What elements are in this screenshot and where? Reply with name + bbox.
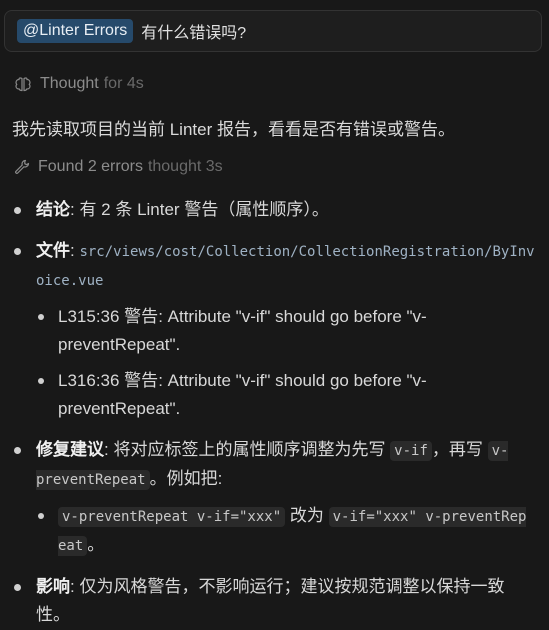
- conclusion-label: 结论: [36, 200, 70, 219]
- bullet: [14, 447, 21, 454]
- inline-code: v-if: [390, 441, 432, 461]
- warning-location: L316:36 警告: [58, 371, 159, 390]
- bullet: [14, 207, 21, 214]
- conclusion-item: 结论: 有 2 条 Linter 警告（属性顺序）。: [0, 196, 549, 224]
- bullet: [14, 248, 21, 255]
- warning-item: L316:36 警告: Attribute "v-if" should go b…: [0, 367, 549, 423]
- mention-chip[interactable]: @Linter Errors: [17, 19, 134, 43]
- intro-text: 我先读取项目的当前 Linter 报告，看看是否有错误或警告。: [12, 120, 455, 139]
- thought-label: Thought: [40, 75, 99, 92]
- thought-duration: for 4s: [103, 75, 144, 92]
- fix-item: 修复建议: 将对应标签上的属性顺序调整为先写 v-if ，再写 v-prevent…: [0, 436, 549, 494]
- warning-item: L315:36 警告: Attribute "v-if" should go b…: [0, 303, 549, 359]
- inline-code: v-preventRepeat v-if="xxx": [58, 507, 286, 527]
- fix-example-text: 改为: [285, 506, 329, 525]
- brain-icon: [14, 76, 32, 92]
- file-item: 文件: src/views/cost/Collection/Collection…: [0, 237, 549, 295]
- fix-text: ，再写: [431, 440, 488, 459]
- file-path[interactable]: src/views/cost/Collection/CollectionRegi…: [36, 244, 535, 289]
- bullet: [38, 314, 44, 320]
- impact-label: 影响: [36, 577, 70, 596]
- bullet: [38, 378, 44, 384]
- answer-content: 结论: 有 2 条 Linter 警告（属性顺序）。 文件: src/views…: [0, 196, 549, 629]
- file-label: 文件: [36, 241, 70, 260]
- impact-text: : 仅为风格警告，不影响运行；建议按规范调整以保持一致性。: [36, 577, 505, 624]
- tool-result-indicator[interactable]: Found 2 errors thought 3s: [14, 158, 223, 176]
- fix-example-text: 。: [87, 535, 105, 554]
- bullet: [38, 513, 44, 519]
- user-message[interactable]: @Linter Errors 有什么错误吗?: [4, 10, 542, 52]
- fix-example-item: v-preventRepeat v-if="xxx" 改为 v-if="xxx"…: [0, 502, 549, 560]
- wrench-icon: [14, 159, 30, 175]
- bullet: [14, 584, 21, 591]
- impact-item: 影响: 仅为风格警告，不影响运行；建议按规范调整以保持一致性。: [0, 573, 549, 629]
- thought-indicator[interactable]: Thought for 4s: [14, 75, 144, 93]
- fix-text: 。例如把:: [149, 469, 223, 488]
- tool-result-label: Found 2 errors: [38, 158, 143, 175]
- warning-location: L315:36 警告: [58, 307, 159, 326]
- tool-result-duration: thought 3s: [147, 158, 223, 175]
- fix-text: : 将对应标签上的属性顺序调整为先写: [104, 440, 391, 459]
- user-message-text: 有什么错误吗?: [141, 25, 247, 42]
- conclusion-text: : 有 2 条 Linter 警告（属性顺序）。: [70, 200, 329, 219]
- fix-label: 修复建议: [36, 440, 104, 459]
